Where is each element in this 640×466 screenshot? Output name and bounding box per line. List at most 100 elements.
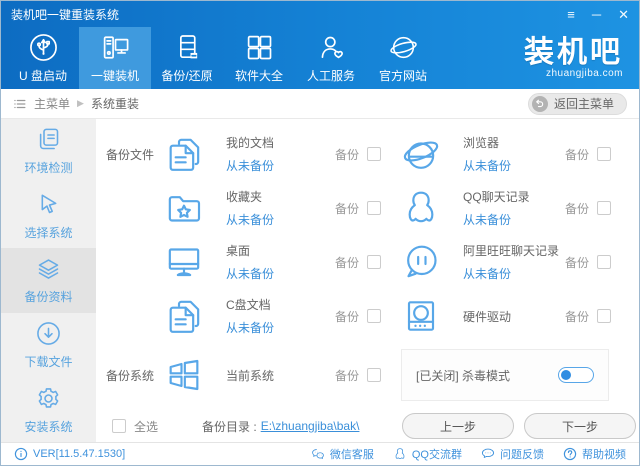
backup-checkbox[interactable] bbox=[597, 147, 611, 161]
backup-item-name: 浏览器 bbox=[463, 134, 565, 151]
sidebar-item-label: 下载文件 bbox=[24, 353, 72, 370]
apps-grid-icon bbox=[245, 33, 274, 62]
sidebar-item-env-check[interactable]: 环境检测 bbox=[1, 119, 96, 184]
backup-checkbox[interactable] bbox=[367, 368, 381, 382]
layers-icon bbox=[35, 255, 62, 282]
minimize-icon[interactable]: ─ bbox=[592, 8, 601, 21]
backup-checkbox[interactable] bbox=[597, 201, 611, 215]
menu-icon[interactable]: ≡ bbox=[567, 8, 575, 21]
top-nav: U 盘启动 一键装机 备份/还原 软件大全 人工服务 官方网站 bbox=[1, 27, 639, 89]
backup-checkbox-label: 备份 bbox=[335, 367, 359, 384]
wangwang-icon bbox=[401, 242, 441, 282]
backup-checkbox[interactable] bbox=[597, 309, 611, 323]
toggle-knob bbox=[561, 370, 571, 380]
backup-item-wangwang-chat: 阿里旺旺聊天记录从未备份 备份 bbox=[401, 235, 639, 289]
feedback-icon bbox=[481, 447, 495, 461]
sidebar-item-label: 备份资料 bbox=[24, 288, 72, 305]
backup-item-name: 硬件驱动 bbox=[463, 308, 565, 325]
backup-checkbox-label: 备份 bbox=[335, 200, 359, 217]
nav-human-service[interactable]: 人工服务 bbox=[295, 27, 367, 89]
body: 环境检测 选择系统 备份资料 下载文件 安装系统 备份文件 bbox=[1, 119, 639, 442]
backup-item-current-system: 当前系统 备份 bbox=[164, 343, 401, 407]
desktop-monitor-icon bbox=[164, 242, 204, 282]
section-label-files: 备份文件 bbox=[96, 127, 164, 181]
sidebar-item-install-system[interactable]: 安装系统 bbox=[1, 377, 96, 442]
version-info: VER[11.5.47.1530] bbox=[14, 447, 125, 461]
backup-restore-icon bbox=[173, 33, 202, 62]
nav-usb-boot[interactable]: U 盘启动 bbox=[7, 27, 79, 89]
backup-checkbox-label: 备份 bbox=[335, 308, 359, 325]
backup-checkbox[interactable] bbox=[367, 201, 381, 215]
select-all-checkbox[interactable] bbox=[112, 419, 126, 433]
usb-icon bbox=[29, 33, 58, 62]
help-video-link[interactable]: 帮助视频 bbox=[563, 446, 626, 462]
computer-icon bbox=[101, 33, 130, 62]
backup-item-desktop: 桌面从未备份 备份 bbox=[164, 235, 401, 289]
statusbar-link-label: QQ交流群 bbox=[412, 446, 462, 462]
backup-item-name: 桌面 bbox=[226, 242, 335, 259]
backup-status: 从未备份 bbox=[226, 157, 335, 174]
antivirus-toggle[interactable] bbox=[558, 367, 594, 383]
backup-dir-link[interactable]: E:\zhuangjiba\bak\ bbox=[261, 419, 360, 433]
backup-status: 从未备份 bbox=[463, 265, 565, 282]
info-icon bbox=[14, 447, 28, 461]
sidebar-item-choose-system[interactable]: 选择系统 bbox=[1, 184, 96, 249]
backup-item-name: 收藏夹 bbox=[226, 188, 335, 205]
section-label-system: 备份系统 bbox=[96, 343, 164, 407]
window-title: 装机吧一键重装系统 bbox=[11, 6, 119, 23]
qq-group-link[interactable]: QQ交流群 bbox=[393, 446, 462, 462]
titlebar: 装机吧一键重装系统 ≡ ─ ✕ bbox=[1, 1, 639, 27]
backup-status: 从未备份 bbox=[226, 265, 335, 282]
nav-software-collection[interactable]: 软件大全 bbox=[223, 27, 295, 89]
nav-label: 官方网站 bbox=[379, 67, 427, 84]
version-text: VER[11.5.47.1530] bbox=[33, 448, 125, 460]
backup-status: 从未备份 bbox=[226, 319, 335, 336]
main-content: 备份文件 我的文档从未备份 备份 浏览器从未备份 备份 bbox=[96, 119, 639, 442]
backup-checkbox[interactable] bbox=[367, 255, 381, 269]
backup-checkbox[interactable] bbox=[367, 147, 381, 161]
wechat-service-link[interactable]: 微信客服 bbox=[311, 446, 374, 462]
wechat-icon bbox=[311, 447, 325, 461]
sidebar-item-label: 安装系统 bbox=[24, 418, 72, 435]
nav-official-site[interactable]: 官方网站 bbox=[367, 27, 439, 89]
support-person-icon bbox=[317, 33, 346, 62]
backup-checkbox-label: 备份 bbox=[565, 200, 589, 217]
backup-status: 从未备份 bbox=[226, 211, 335, 228]
close-icon[interactable]: ✕ bbox=[618, 8, 629, 21]
backup-item-name: 阿里旺旺聊天记录 bbox=[463, 242, 565, 259]
antivirus-mode-box: [已关闭] 杀毒模式 bbox=[401, 349, 609, 401]
sidebar-item-backup-data[interactable]: 备份资料 bbox=[1, 248, 96, 313]
footer-controls: 全选 备份目录 : E:\zhuangjiba\bak\ 上一步 下一步 bbox=[96, 410, 639, 442]
download-icon bbox=[35, 320, 62, 347]
backup-checkbox[interactable] bbox=[597, 255, 611, 269]
statusbar-link-label: 微信客服 bbox=[330, 446, 374, 462]
breadcrumb: 主菜单 ▶ 系统重装 返回主菜单 bbox=[1, 89, 639, 119]
globe-icon bbox=[389, 33, 418, 62]
feedback-link[interactable]: 问题反馈 bbox=[481, 446, 544, 462]
nav-label: 人工服务 bbox=[307, 67, 355, 84]
backup-status: 从未备份 bbox=[463, 211, 565, 228]
backup-checkbox-label: 备份 bbox=[565, 254, 589, 271]
sidebar-item-label: 选择系统 bbox=[24, 224, 72, 241]
nav-one-key-install[interactable]: 一键装机 bbox=[79, 27, 151, 89]
documents-icon bbox=[164, 296, 204, 336]
backup-checkbox[interactable] bbox=[367, 309, 381, 323]
backup-item-favorites: 收藏夹从未备份 备份 bbox=[164, 181, 401, 235]
sidebar-item-download-files[interactable]: 下载文件 bbox=[1, 313, 96, 378]
backup-checkbox-label: 备份 bbox=[335, 146, 359, 163]
statusbar-link-label: 帮助视频 bbox=[582, 446, 626, 462]
next-step-button[interactable]: 下一步 bbox=[524, 413, 636, 439]
back-to-main-menu-button[interactable]: 返回主菜单 bbox=[528, 93, 627, 115]
backup-checkbox-label: 备份 bbox=[335, 254, 359, 271]
breadcrumb-root[interactable]: 主菜单 bbox=[34, 95, 70, 112]
nav-backup-restore[interactable]: 备份/还原 bbox=[151, 27, 223, 89]
back-button-label: 返回主菜单 bbox=[554, 95, 614, 112]
back-arrow-icon bbox=[534, 98, 545, 109]
window-controls: ≡ ─ ✕ bbox=[567, 8, 629, 21]
select-all-label: 全选 bbox=[134, 418, 158, 435]
wizard-buttons: 上一步 下一步 bbox=[402, 413, 636, 439]
statusbar-link-label: 问题反馈 bbox=[500, 446, 544, 462]
antivirus-mode-label: [已关闭] 杀毒模式 bbox=[416, 367, 510, 384]
backup-grid: 备份文件 我的文档从未备份 备份 浏览器从未备份 备份 bbox=[96, 127, 639, 407]
prev-step-button[interactable]: 上一步 bbox=[402, 413, 514, 439]
